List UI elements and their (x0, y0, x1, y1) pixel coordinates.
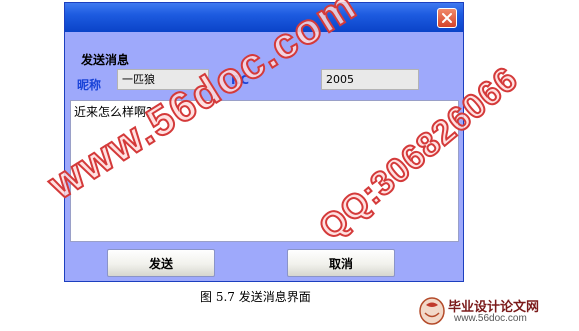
logo-url: www.56doc.com (454, 313, 527, 324)
close-icon (442, 13, 452, 23)
rc-field[interactable]: 2005 (321, 69, 419, 90)
send-button[interactable]: 发送 (107, 249, 215, 277)
figure-caption: 图 5.7 发送消息界面 (200, 290, 311, 304)
site-logo: 毕业设计论文网 www.56doc.com (418, 294, 576, 328)
logo-icon (419, 297, 445, 325)
cancel-button[interactable]: 取消 (287, 249, 395, 277)
close-button[interactable] (437, 8, 457, 28)
section-title: 发送消息 (81, 53, 130, 67)
nickname-label: 昵称 (77, 78, 102, 92)
